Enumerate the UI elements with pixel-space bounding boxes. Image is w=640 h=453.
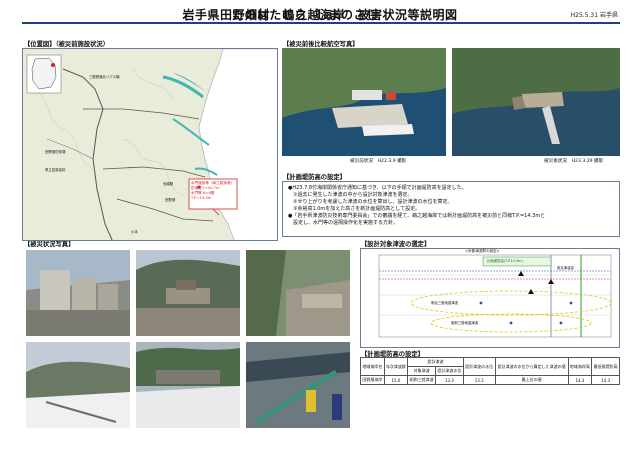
header-rule <box>22 22 620 24</box>
section-plan-label: 【計画堤防高の設定】 <box>283 174 346 181</box>
aerial-photos: 被災前状況 H22.3.9 撮影 被災後状況 H23.3.29 撮影 <box>282 48 620 168</box>
plan-text-box: ●H23.7.8付海岸関係省庁通知に基づき、以下の手順で計画堤防高を設定した。 … <box>282 181 620 237</box>
aerial-before-photo <box>282 48 446 156</box>
map-label-port: 島越駅 <box>163 182 174 186</box>
chart-graphic <box>378 254 612 338</box>
damage-photo-4 <box>26 342 130 428</box>
section-design-wave-label: 【設計対象津波の選定】 <box>361 241 431 248</box>
td-v3: 13.3 <box>435 375 464 385</box>
date-org: H25.5.31 岩手県 <box>571 10 618 19</box>
th-tsunami-group: 年次津波群 <box>383 357 409 376</box>
ruby-coast: しまのこし <box>316 8 379 22</box>
damage-photos <box>22 248 352 430</box>
chart-annotation-top: 設定津波高 <box>557 266 574 270</box>
th-calc: 設計津波の水位から算定した津波の値 <box>494 357 569 376</box>
map-road-label: 三陸鉄道北リアス線 <box>89 75 120 79</box>
damage-photo-1 <box>26 250 130 336</box>
th-region: 地域海岸名 <box>360 357 385 376</box>
map-label-bay: 小本 <box>131 230 138 234</box>
map-label-ruins: 田野畑 <box>165 198 176 202</box>
location-map: 水門施設等（嶋之越漁港） 防潮堤 L=40.7m 水門等 N=6基 T.P.=1… <box>22 48 278 241</box>
section-location-label: 【位置図】（被災前施設状況） <box>24 41 110 48</box>
plan-line-2: ①過去に発生した津波の中から設計対象津波を選定。 <box>288 192 413 198</box>
damage-photo-3 <box>246 250 350 336</box>
date-text: H25.5.31 <box>570 12 599 19</box>
damage-photo-6 <box>246 342 350 428</box>
chart-title: <対象津波群の設定> <box>465 249 500 253</box>
th-coast-height: 地域海岸高 <box>567 357 593 376</box>
damage-photo-2 <box>136 250 240 336</box>
plan-line-4: ③余裕高1.0mを加えた高さを新計画堤防高として設定。 <box>288 206 421 212</box>
td-region: 田野畑海岸 <box>360 375 385 385</box>
damage-photo-5 <box>136 342 240 428</box>
section-aerial-label: 【被災前後比較航空写真】 <box>283 41 359 48</box>
td-v5: 最上位の値 <box>494 375 569 385</box>
map-label-office: 田野畑村役場 <box>45 150 66 154</box>
th-design-level: 設計津波の水位 <box>462 357 496 376</box>
map-callout: 水門施設等（嶋之越漁港） 防潮堤 L=40.7m 水門等 N=6基 T.P.=1… <box>191 181 235 200</box>
chart-annotation-ellipse2: 昭和三陸地震津波 <box>451 321 479 325</box>
td-v4: 13.3 <box>462 375 496 385</box>
height-table: 地域海岸名 年次津波群 設計津波 設計津波の水位 設計津波の水位から算定した津波… <box>360 357 620 385</box>
design-wave-chart: <対象津波群の設定> 計画堤防高(T.P.14.3m) 設定津波高 明治三陸地震… <box>360 248 620 348</box>
aerial-after-photo <box>452 48 620 156</box>
td-v6: 14.3 <box>567 375 593 385</box>
td-v7: 14.3 <box>591 375 620 385</box>
chart-annotation-green: 計画堤防高(T.P.14.3m) <box>487 259 523 263</box>
td-v1: 15.6 <box>383 375 409 385</box>
th-min-height: 最低限堤防高 <box>591 357 620 376</box>
aerial-after-caption: 被災後状況 H23.3.29 撮影 <box>544 159 604 164</box>
td-v2: 昭和三陸津波 <box>407 375 436 385</box>
plan-line-1: ●H23.7.8付海岸関係省庁通知に基づき、以下の手順で計画堤防高を設定した。 <box>288 185 467 191</box>
th-design: 設計津波 <box>407 357 464 367</box>
plan-line-3: ②せり上がりを考慮した津波の水位を算出し、設計津波の水位を算定。 <box>288 199 453 205</box>
ruby-village: たのはたむら <box>232 8 307 22</box>
th-design-water: 設計津波水位 <box>435 366 464 376</box>
plan-line-6: 設定し、水門等の遠隔操作化を実施する方針。 <box>288 220 399 226</box>
th-target: 対象津波 <box>407 366 436 376</box>
aerial-before-caption: 被災前状況 H22.3.9 撮影 <box>350 159 407 164</box>
map-label-school: 県立岩泉高校 <box>45 168 66 172</box>
map-graphic <box>23 49 277 240</box>
plan-height-table: 地域海岸名 年次津波群 設計津波 設計津波の水位 設計津波の水位から算定した津波… <box>360 357 620 432</box>
org-text: 岩手県 <box>599 12 618 19</box>
plan-line-5: ●「岩手県津波防災技術専門委員会」での審議を経て、嶋之越海岸では新計画堤防高を被… <box>288 213 546 219</box>
chart-annotation-ellipse1: 明治三陸地震津波 <box>431 301 459 305</box>
